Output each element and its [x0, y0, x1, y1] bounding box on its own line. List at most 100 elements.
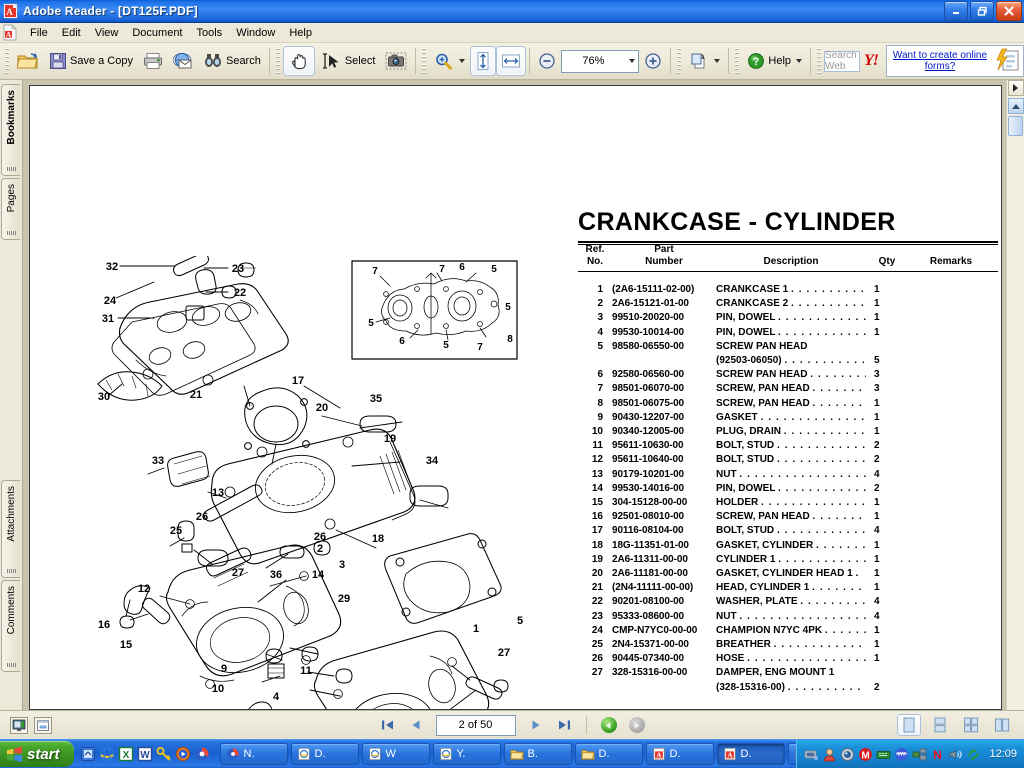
yahoo-logo-icon[interactable]: Y! [864, 52, 879, 70]
previous-page-button[interactable] [404, 714, 428, 736]
continuous-facing-view-button[interactable] [990, 714, 1014, 736]
cell-description: SCREW PAN HEAD . . . . . . . . [716, 368, 866, 382]
close-button[interactable] [996, 1, 1022, 21]
toolbar-grip-2[interactable] [275, 48, 280, 74]
audio-icon[interactable] [894, 747, 909, 762]
sidebar-tab-comments[interactable]: Comments [1, 580, 20, 672]
search-button[interactable]: Search [198, 46, 266, 76]
hand-tool-button[interactable] [282, 46, 315, 76]
network-icon[interactable] [804, 747, 819, 762]
fit-width-button[interactable] [496, 46, 527, 76]
realplayer-icon[interactable] [194, 746, 210, 762]
page-number-input[interactable]: 2 of 50 [435, 714, 516, 736]
taskbar-button[interactable]: Y. [432, 743, 501, 765]
first-page-button[interactable] [376, 714, 400, 736]
sidebar-tab-pages[interactable]: Pages [1, 178, 20, 240]
previous-view-button[interactable] [597, 714, 621, 736]
taskbar-clock[interactable]: 12:09 [989, 748, 1017, 760]
toolbar-grip-3[interactable] [422, 48, 427, 74]
zoom-level-combobox[interactable]: 76% [561, 49, 640, 73]
cell-description-text: PIN, DOWEL [716, 482, 776, 494]
create-online-forms-banner[interactable]: Want to create online forms? [886, 45, 1024, 77]
scroll-collapse-button[interactable] [1007, 80, 1024, 96]
continuous-view-button[interactable] [928, 714, 952, 736]
page-display-icon[interactable] [10, 716, 28, 734]
sidebar-tab-bookmarks[interactable]: Bookmarks [1, 84, 20, 176]
taskbar-button-label: D. [314, 748, 326, 760]
open-file-button[interactable] [12, 46, 44, 76]
cell-part-number: 304-15128-00-00 [612, 497, 688, 509]
next-view-button[interactable] [625, 714, 649, 736]
toolbar-grip[interactable] [5, 48, 9, 74]
svg-text:17: 17 [292, 375, 304, 387]
display-icon[interactable] [912, 747, 927, 762]
cell-description-text: HEAD, CYLINDER 1 [716, 582, 810, 594]
help-button[interactable]: ? Help [742, 46, 807, 76]
snapshot-tool-button[interactable] [380, 46, 412, 76]
taskbar-button[interactable]: B. [503, 743, 572, 765]
select-tool-button[interactable]: Select [315, 46, 381, 76]
create-online-forms-link[interactable]: Want to create online forms? [889, 50, 991, 72]
internet-explorer-icon[interactable] [99, 746, 115, 762]
help-caret[interactable] [796, 59, 803, 63]
sidebar-tab-attachments[interactable]: Attachments [1, 480, 20, 578]
attachments-panel-icon[interactable] [34, 716, 52, 734]
menu-file[interactable]: File [23, 25, 55, 41]
taskbar-button[interactable]: W [361, 743, 430, 765]
menu-edit[interactable]: Edit [55, 25, 88, 41]
taskbar-button[interactable]: D. [574, 743, 643, 765]
zoom-level-value[interactable]: 76% [562, 51, 625, 71]
toolbar-grip-5[interactable] [735, 48, 740, 74]
toolbar-grip-4[interactable] [677, 48, 682, 74]
save-a-copy-button[interactable]: Save a Copy [44, 46, 138, 76]
norton-icon[interactable]: N [930, 747, 945, 762]
key-icon[interactable] [156, 746, 172, 762]
sidebar-tab-comments-label: Comments [5, 586, 17, 635]
facing-view-button[interactable] [959, 714, 983, 736]
minimize-button[interactable] [944, 1, 968, 21]
mcafee-icon[interactable]: M [858, 747, 873, 762]
taskbar-button[interactable]: D. [787, 743, 797, 765]
cell-qty: 1 [874, 511, 880, 523]
last-page-button[interactable] [552, 714, 576, 736]
speaker-icon[interactable] [948, 747, 963, 762]
fit-page-button[interactable] [470, 46, 497, 76]
word-icon[interactable]: W [137, 746, 153, 762]
taskbar-button[interactable]: A D. [645, 743, 714, 765]
next-page-button[interactable] [524, 714, 548, 736]
single-page-view-button[interactable] [897, 714, 921, 736]
toolbar-grip-6[interactable] [817, 48, 822, 74]
document-vertical-scrollbar[interactable] [1006, 80, 1024, 710]
webcam-icon[interactable] [840, 747, 855, 762]
zoom-in-button[interactable] [639, 46, 667, 76]
show-desktop-icon[interactable] [80, 746, 96, 762]
excel-icon[interactable]: X [118, 746, 134, 762]
user-icon[interactable] [822, 747, 837, 762]
menu-help[interactable]: Help [282, 25, 319, 41]
print-button[interactable] [138, 46, 168, 76]
menu-view[interactable]: View [88, 25, 126, 41]
sync-icon[interactable] [966, 747, 981, 762]
email-button[interactable] [168, 46, 198, 76]
restore-button[interactable] [970, 1, 994, 21]
zoom-tool-caret[interactable] [459, 59, 466, 63]
taskbar-button[interactable]: N. [219, 743, 288, 765]
scroll-up-button[interactable] [1007, 98, 1024, 114]
cell-qty: 1 [874, 568, 880, 580]
search-web-input[interactable]: Search Web [824, 50, 860, 72]
zoom-out-button[interactable] [533, 46, 561, 76]
taskbar-button[interactable]: A D. [716, 743, 785, 765]
menu-window[interactable]: Window [229, 25, 282, 41]
rotate-view-button[interactable] [684, 46, 725, 76]
start-button[interactable]: start [0, 741, 74, 767]
rotate-view-caret[interactable] [714, 59, 721, 63]
zoom-level-caret[interactable] [624, 52, 638, 71]
zoom-tool-button[interactable] [429, 46, 470, 76]
cell-remarks [908, 652, 994, 666]
media-player-icon[interactable] [175, 746, 191, 762]
menu-document[interactable]: Document [125, 25, 189, 41]
keyboard-icon[interactable] [876, 747, 891, 762]
scrollbar-thumb[interactable] [1008, 116, 1023, 136]
menu-tools[interactable]: Tools [190, 25, 230, 41]
taskbar-button[interactable]: D. [290, 743, 359, 765]
